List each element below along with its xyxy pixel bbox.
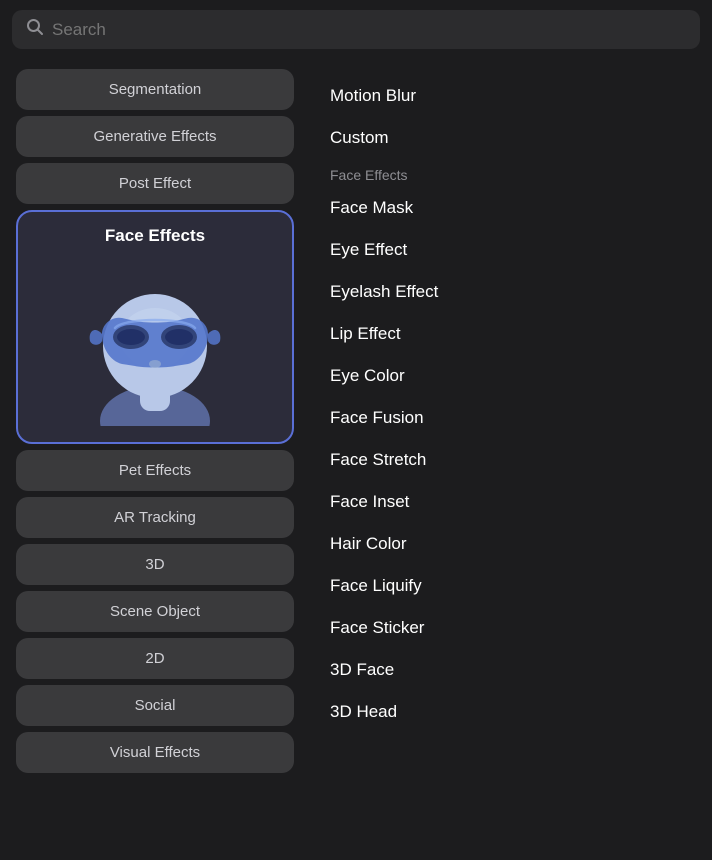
menu-item-face-sticker[interactable]: Face Sticker (330, 607, 692, 649)
menu-item-eye-color[interactable]: Eye Color (330, 355, 692, 397)
menu-item-lip-effect[interactable]: Lip Effect (330, 313, 692, 355)
menu-item-face-stretch[interactable]: Face Stretch (330, 439, 692, 481)
sidebar-item-generative-effects[interactable]: Generative Effects (16, 116, 294, 157)
search-input[interactable] (52, 20, 686, 40)
sidebar-item-segmentation[interactable]: Segmentation (16, 69, 294, 110)
menu-item-3d-face[interactable]: 3D Face (330, 649, 692, 691)
sidebar-item-face-effects[interactable]: Face Effects (16, 210, 294, 444)
menu-item-face-inset[interactable]: Face Inset (330, 481, 692, 523)
search-bar (12, 10, 700, 49)
menu-item-eye-effect[interactable]: Eye Effect (330, 229, 692, 271)
sidebar-item-visual-effects[interactable]: Visual Effects (16, 732, 294, 773)
face-effects-illustration (18, 256, 292, 442)
section-header-face-effects: Face Effects (330, 159, 692, 187)
menu-item-eyelash-effect[interactable]: Eyelash Effect (330, 271, 692, 313)
menu-item-face-fusion[interactable]: Face Fusion (330, 397, 692, 439)
menu-item-3d-head[interactable]: 3D Head (330, 691, 692, 733)
face-effects-label: Face Effects (89, 212, 221, 256)
main-layout: Segmentation Generative Effects Post Eff… (0, 59, 712, 849)
sidebar-item-2d[interactable]: 2D (16, 638, 294, 679)
search-icon (26, 18, 44, 41)
menu-item-custom[interactable]: Custom (330, 117, 692, 159)
menu-item-hair-color[interactable]: Hair Color (330, 523, 692, 565)
menu-item-face-liquify[interactable]: Face Liquify (330, 565, 692, 607)
sidebar-item-ar-tracking[interactable]: AR Tracking (16, 497, 294, 538)
sidebar-item-pet-effects[interactable]: Pet Effects (16, 450, 294, 491)
sidebar-item-post-effect[interactable]: Post Effect (16, 163, 294, 204)
sidebar-item-scene-object[interactable]: Scene Object (16, 591, 294, 632)
sidebar-item-3d[interactable]: 3D (16, 544, 294, 585)
menu-item-face-mask[interactable]: Face Mask (330, 187, 692, 229)
content-panel: Motion Blur Custom Face Effects Face Mas… (310, 59, 712, 849)
sidebar-item-social[interactable]: Social (16, 685, 294, 726)
sidebar: Segmentation Generative Effects Post Eff… (0, 59, 310, 849)
menu-item-motion-blur[interactable]: Motion Blur (330, 75, 692, 117)
